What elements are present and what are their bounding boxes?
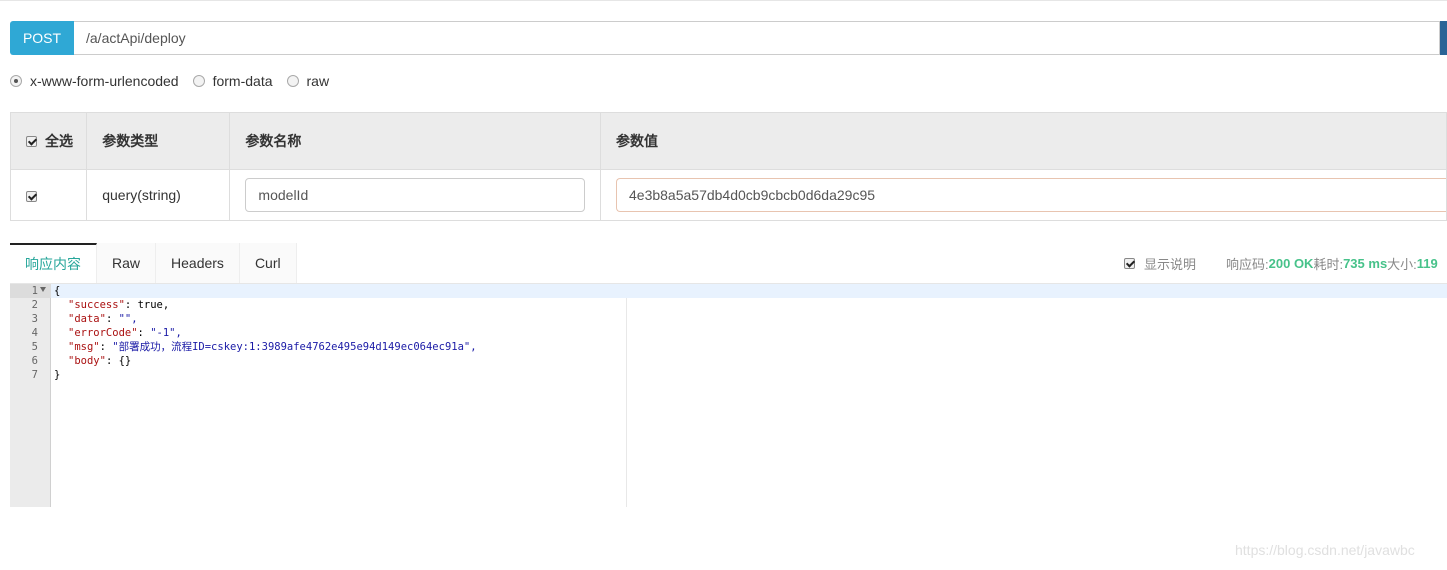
size-value: 119 — [1416, 255, 1438, 271]
radio-unselected-icon[interactable] — [192, 75, 205, 87]
line-number: 5 — [31, 341, 38, 353]
json-key: "data" — [68, 313, 106, 325]
line-number: 2 — [31, 299, 38, 311]
radio-form-data[interactable]: form-data — [192, 73, 273, 89]
json-sep: : — [105, 355, 119, 367]
line-number: 6 — [31, 355, 38, 367]
show-description-checkbox[interactable] — [1124, 257, 1135, 269]
param-value-input[interactable]: 4e3b8a5a57db4d0cb9cbcb0d6da29c95 — [616, 178, 1446, 212]
select-all-checkbox[interactable] — [26, 135, 37, 147]
json-key: "msg" — [68, 341, 100, 353]
size-label: 大小: — [1387, 256, 1417, 272]
json-value: "", — [118, 313, 138, 325]
print-margin — [626, 298, 627, 507]
table-row: query(string) modelId 4e3b8a5a57db4d0cb9… — [9, 169, 1447, 221]
tab-headers[interactable]: Headers — [156, 243, 240, 283]
radio-raw[interactable]: raw — [286, 73, 330, 89]
json-key: "success" — [68, 299, 125, 311]
param-name-cell: modelId — [229, 169, 601, 221]
send-button-edge[interactable] — [1440, 21, 1447, 55]
code-brace: } — [54, 369, 61, 381]
code-line: "body": {} — [68, 354, 131, 368]
line-number-gutter: 1 2 3 4 5 6 7 — [10, 284, 51, 507]
json-key: "errorCode" — [68, 327, 138, 339]
http-method-button[interactable]: POST — [10, 21, 74, 55]
fold-arrow-icon[interactable] — [40, 287, 46, 292]
radio-label: form-data — [212, 73, 273, 89]
params-table: 全选 参数类型 参数名称 参数值 query(string) modelId 4… — [9, 112, 1447, 221]
time-label: 耗时: — [1313, 256, 1344, 272]
param-name-header: 参数名称 — [229, 112, 601, 170]
json-sep: : — [124, 299, 138, 311]
radio-label: x-www-form-urlencoded — [30, 73, 179, 89]
code-line: } — [54, 368, 60, 382]
status-code-label: 响应码: — [1226, 256, 1269, 272]
line-number: 7 — [31, 369, 38, 381]
response-tabs: 响应内容 Raw Headers Curl — [10, 243, 297, 283]
row-checkbox[interactable] — [26, 190, 37, 202]
watermark: https://blog.csdn.net/javawbc — [1235, 542, 1415, 558]
param-type-cell: query(string) — [86, 169, 231, 221]
json-sep: : — [137, 327, 151, 339]
select-all-header: 全选 — [9, 112, 88, 170]
json-value: true, — [137, 299, 170, 311]
tab-curl[interactable]: Curl — [239, 243, 297, 283]
code-line: "data": "", — [68, 312, 138, 326]
param-name-input[interactable]: modelId — [245, 178, 586, 212]
show-description-label: 显示说明 — [1144, 256, 1197, 272]
request-url-bar: POST /a/actApi/deploy — [10, 21, 1447, 55]
json-sep: : — [99, 341, 113, 353]
body-type-radio-group: x-www-form-urlencoded form-data raw — [10, 72, 343, 90]
response-status-info: 显示说明 响应码: 200 OK 耗时: 735 ms 大小: 119 — [1124, 254, 1438, 272]
code-line: "success": true, — [68, 298, 169, 312]
radio-selected-icon[interactable] — [10, 75, 22, 87]
status-code-value: 200 OK — [1268, 255, 1314, 271]
param-value-header: 参数值 — [600, 112, 1447, 170]
code-line: "errorCode": "-1", — [68, 326, 182, 340]
json-value: {} — [118, 355, 132, 367]
json-value: "部署成功，流程ID=cskey:1:3989afe4762e495e94d14… — [112, 341, 477, 353]
url-input[interactable]: /a/actApi/deploy — [74, 21, 1440, 55]
json-value: "-1", — [150, 327, 182, 339]
tab-response-content[interactable]: 响应内容 — [10, 243, 97, 283]
param-value-cell: 4e3b8a5a57db4d0cb9cbcb0d6da29c95 — [600, 169, 1447, 221]
time-value: 735 ms — [1343, 255, 1388, 271]
row-checkbox-cell — [9, 169, 88, 221]
json-sep: : — [105, 313, 119, 325]
line-number: 3 — [31, 313, 38, 325]
line-number: 4 — [31, 327, 38, 339]
param-type-header: 参数类型 — [86, 112, 231, 170]
radio-x-www-form-urlencoded[interactable]: x-www-form-urlencoded — [10, 73, 179, 89]
select-all-label: 全选 — [45, 133, 73, 149]
radio-unselected-icon[interactable] — [286, 75, 299, 87]
params-header-row: 全选 参数类型 参数名称 参数值 — [9, 112, 1447, 170]
response-code-editor[interactable]: 1 2 3 4 5 6 7 { "success": true, "data":… — [10, 284, 1447, 507]
code-brace: { — [54, 285, 61, 297]
json-key: "body" — [68, 355, 106, 367]
code-line: { — [54, 284, 60, 298]
top-divider — [0, 0, 1447, 1]
line-number: 1 — [31, 285, 38, 297]
radio-label: raw — [306, 73, 330, 89]
tab-raw[interactable]: Raw — [97, 243, 157, 283]
code-text-area[interactable]: { "success": true, "data": "", "errorCod… — [51, 284, 1447, 507]
code-line: "msg": "部署成功，流程ID=cskey:1:3989afe4762e49… — [68, 340, 477, 354]
